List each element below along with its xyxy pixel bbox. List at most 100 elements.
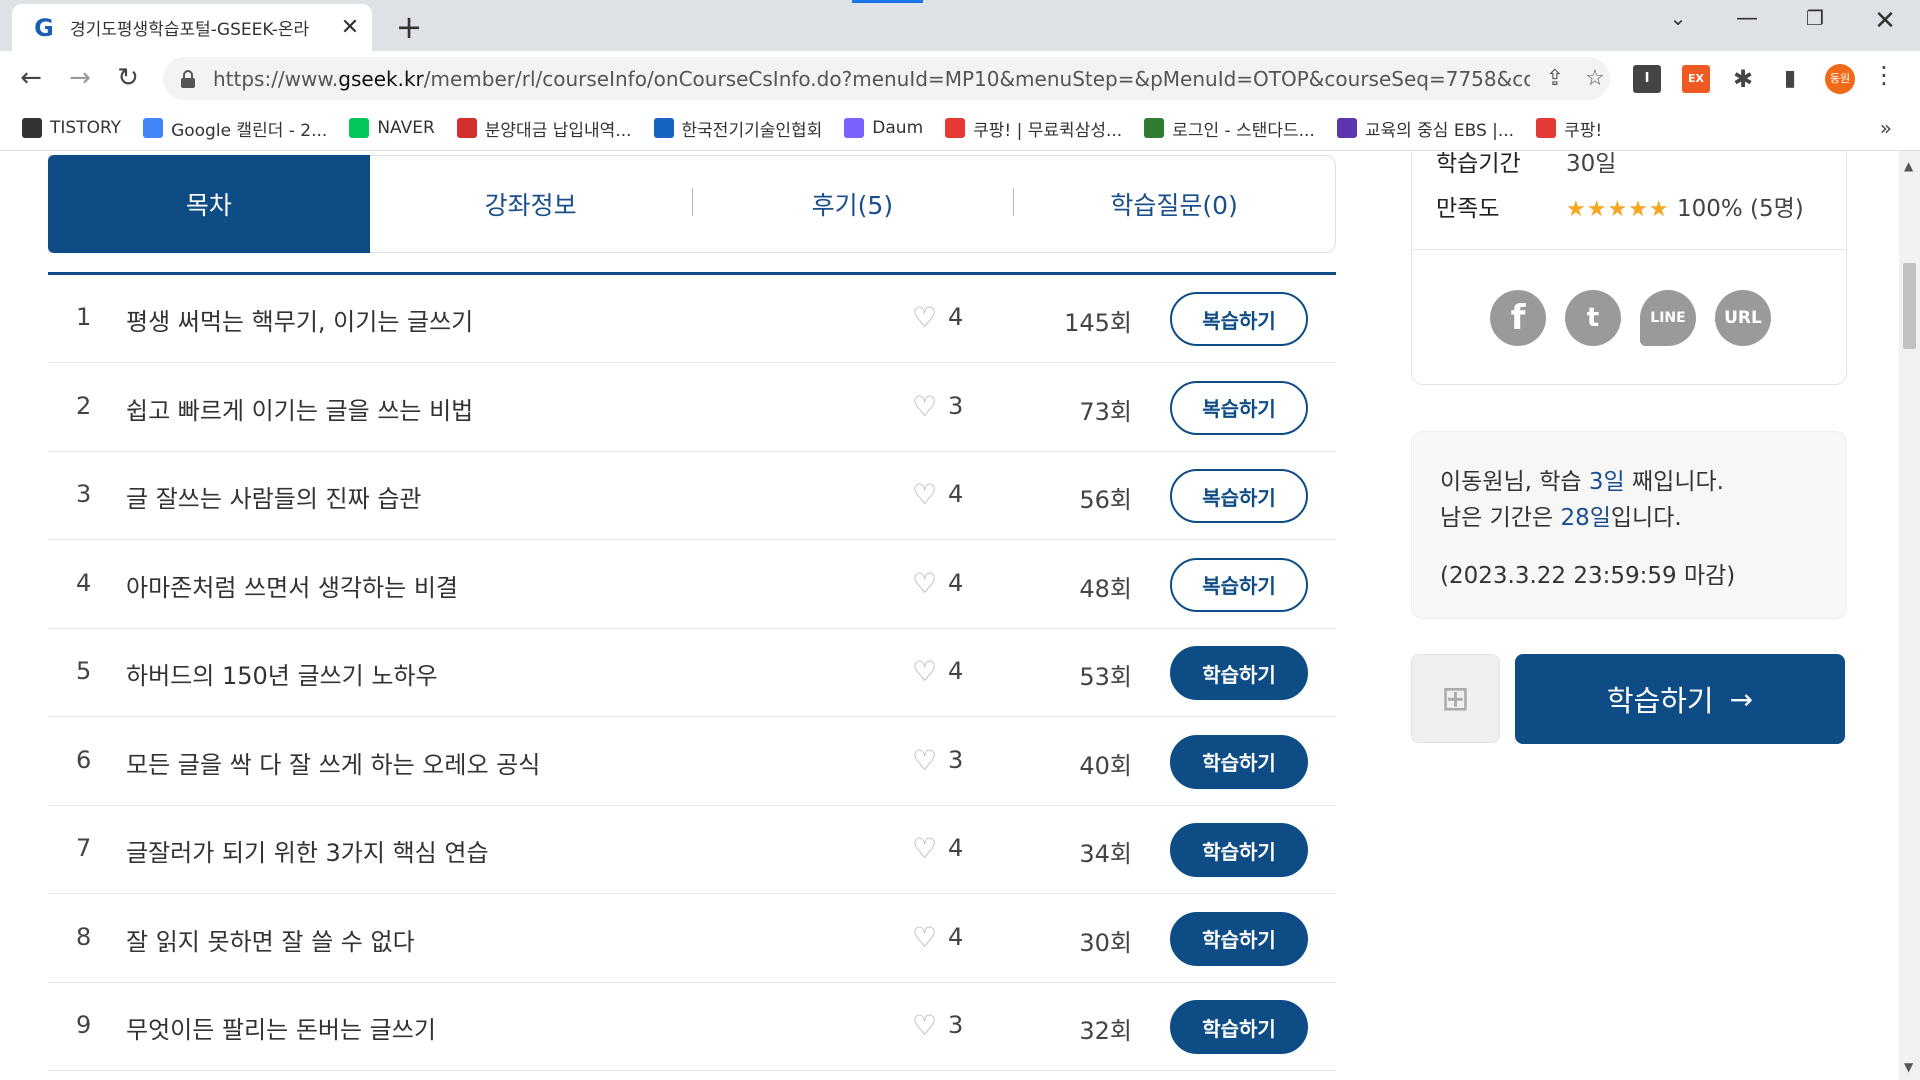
tab-course-info[interactable]: 강좌정보 [370, 156, 692, 252]
status-remaining-line: 남은 기간은 28일입니다. [1440, 505, 1682, 531]
view-count: 73회 [1079, 397, 1132, 426]
bookmark-item[interactable]: 교육의 중심 EBS |... [1336, 116, 1515, 141]
study-button[interactable]: 학습하기 [1170, 646, 1308, 700]
status-deadline: (2023.3.22 23:59:59 마감) [1440, 563, 1736, 589]
line-share-icon[interactable]: LINE [1640, 290, 1696, 346]
heart-icon[interactable]: ♡ [912, 1011, 937, 1041]
review-button[interactable]: 복습하기 [1170, 557, 1308, 612]
new-tab-button[interactable]: + [392, 8, 426, 46]
bookmark-item[interactable]: TISTORY [22, 118, 121, 138]
address-bar[interactable]: https://www.gseek.kr/member/rl/courseInf… [163, 57, 1610, 100]
profile-avatar[interactable]: 동원 [1825, 64, 1855, 94]
lesson-number: 4 [76, 568, 92, 597]
review-button[interactable]: 복습하기 [1170, 380, 1308, 435]
side-panel-icon[interactable]: ▮ [1776, 65, 1804, 93]
like-count: 4 [948, 568, 964, 597]
heart-icon[interactable]: ♡ [912, 745, 937, 776]
lesson-title[interactable]: 글 잘쓰는 사람들의 진짜 습관 [126, 479, 421, 514]
period-value: 30일 [1566, 151, 1617, 177]
lesson-title[interactable]: 쉽고 빠르게 이기는 글을 쓰는 비법 [126, 391, 473, 426]
table-row: 8 잘 읽지 못하면 잘 쓸 수 없다 ♡ 4 30회 학습하기 [48, 895, 1336, 983]
study-button[interactable]: 학습하기 [1170, 823, 1308, 877]
bookmark-item[interactable]: Google 캘린더 - 2... [143, 116, 327, 141]
lock-icon[interactable] [181, 69, 195, 88]
lesson-title[interactable]: 잘 읽지 못하면 잘 쓸 수 없다 [126, 922, 415, 957]
extension-ex-icon[interactable]: EX [1682, 65, 1710, 93]
bookmark-item[interactable]: 한국전기기술인협회 [653, 116, 823, 141]
tab-questions[interactable]: 학습질문(0) [1013, 156, 1335, 252]
bookmark-label: 한국전기기술인협회 [681, 120, 823, 141]
view-count: 145회 [1064, 309, 1132, 337]
tab-search-chevron-icon[interactable]: ⌄ [1653, 6, 1703, 30]
close-tab-icon[interactable]: ✕ [338, 15, 362, 40]
rating-stars-icon: ★★★★★ [1566, 197, 1670, 222]
heart-icon[interactable]: ♡ [912, 834, 937, 864]
page-scrollbar[interactable]: ▲ ▼ [1899, 151, 1920, 1080]
review-button[interactable]: 복습하기 [1170, 469, 1308, 523]
lesson-title[interactable]: 아마존처럼 쓰면서 생각하는 비결 [126, 568, 458, 603]
heart-icon[interactable]: ♡ [912, 391, 937, 422]
forward-arrow-icon[interactable]: → [65, 63, 95, 93]
add-bookmark-button[interactable]: ⊞ [1411, 654, 1500, 743]
scroll-up-icon[interactable]: ▲ [1904, 159, 1913, 173]
facebook-share-icon[interactable]: f [1490, 290, 1546, 346]
heart-icon[interactable]: ♡ [912, 922, 937, 953]
extensions-puzzle-icon[interactable]: ✱ [1729, 65, 1757, 93]
view-count: 30회 [1079, 928, 1132, 957]
reload-icon[interactable]: ↻ [113, 63, 143, 93]
bookmark-item[interactable]: NAVER [349, 118, 435, 138]
minimize-window-button[interactable]: — [1722, 6, 1772, 31]
bookmarks-overflow-icon[interactable]: » [1880, 116, 1892, 140]
restore-window-button[interactable]: ❐ [1790, 6, 1840, 30]
lesson-title[interactable]: 모든 글을 싹 다 잘 쓰게 하는 오레오 공식 [126, 745, 540, 780]
daum-icon [844, 118, 865, 138]
lesson-title[interactable]: 하버드의 150년 글쓰기 노하우 [126, 656, 438, 691]
review-button[interactable]: 복습하기 [1170, 292, 1308, 346]
study-button[interactable]: 학습하기 [1170, 1000, 1308, 1054]
url-text[interactable]: https://www.gseek.kr/member/rl/courseInf… [213, 67, 1530, 91]
lesson-title[interactable]: 평생 써먹는 핵무기, 이기는 글쓰기 [126, 302, 473, 337]
gseek-favicon-icon: G [30, 13, 58, 42]
study-button[interactable]: 학습하기 [1170, 734, 1308, 789]
scroll-thumb[interactable] [1903, 263, 1916, 349]
browser-tab-active[interactable]: G 경기도평생학습포털-GSEEK-온라 ✕ [12, 4, 372, 51]
heart-icon[interactable]: ♡ [912, 568, 937, 599]
browser-menu-icon[interactable]: ⋮ [1872, 61, 1896, 89]
url-share-icon[interactable]: URL [1715, 290, 1771, 346]
tab-reviews[interactable]: 후기(5) [691, 156, 1014, 252]
bookmark-plus-icon: ⊞ [1441, 678, 1470, 719]
heart-icon[interactable]: ♡ [912, 480, 937, 510]
calendar-icon [143, 118, 164, 138]
like-count: 4 [948, 922, 964, 951]
extension-i-icon[interactable]: I [1633, 65, 1661, 93]
share-page-icon[interactable]: ⇪ [1540, 66, 1570, 91]
bookmark-label: 분양대금 납입내역... [484, 120, 632, 141]
browser-toolbar: ← → ↻ https://www.gseek.kr/member/rl/cou… [0, 51, 1920, 106]
bookmark-item[interactable]: 쿠팡! | 무료퀵삼성... [945, 116, 1122, 141]
bookmark-label: 교육의 중심 EBS |... [1364, 120, 1515, 141]
lesson-number: 8 [76, 922, 92, 951]
learning-status-card: 이동원님, 학습 3일 째입니다. 남은 기간은 28일입니다. (2023.3… [1411, 431, 1847, 619]
tab-contents[interactable]: 목차 [48, 155, 370, 253]
close-window-button[interactable]: ✕ [1860, 6, 1910, 36]
lesson-number: 9 [76, 1011, 92, 1039]
view-count: 56회 [1079, 486, 1132, 514]
lesson-title[interactable]: 글잘러가 되기 위한 3가지 핵심 연습 [126, 833, 489, 868]
bookmark-item[interactable]: 분양대금 납입내역... [456, 116, 632, 141]
lesson-title[interactable]: 무엇이든 팔리는 돈버는 글쓰기 [126, 1010, 436, 1045]
scroll-down-icon[interactable]: ▼ [1904, 1060, 1913, 1074]
twitter-share-icon[interactable]: t [1565, 290, 1621, 346]
heart-icon[interactable]: ♡ [912, 303, 937, 333]
bookmark-item[interactable]: Daum [844, 118, 923, 138]
back-arrow-icon[interactable]: ← [16, 63, 46, 93]
start-study-button[interactable]: 학습하기 → [1515, 654, 1845, 744]
bookmark-star-icon[interactable]: ☆ [1580, 66, 1610, 91]
status-days-line: 이동원님, 학습 3일 째입니다. [1440, 469, 1724, 495]
heart-icon[interactable]: ♡ [912, 657, 937, 687]
course-info-card: 학습기간 30일 만족도 ★★★★★ 100% (5명) f t LINE UR… [1411, 151, 1847, 385]
bookmark-item[interactable]: 로그인 - 스탠다드... [1144, 116, 1315, 141]
like-count: 4 [948, 303, 964, 331]
study-button[interactable]: 학습하기 [1170, 911, 1308, 966]
bookmark-label: Daum [872, 118, 924, 138]
bookmark-item[interactable]: 쿠팡! [1536, 116, 1602, 141]
